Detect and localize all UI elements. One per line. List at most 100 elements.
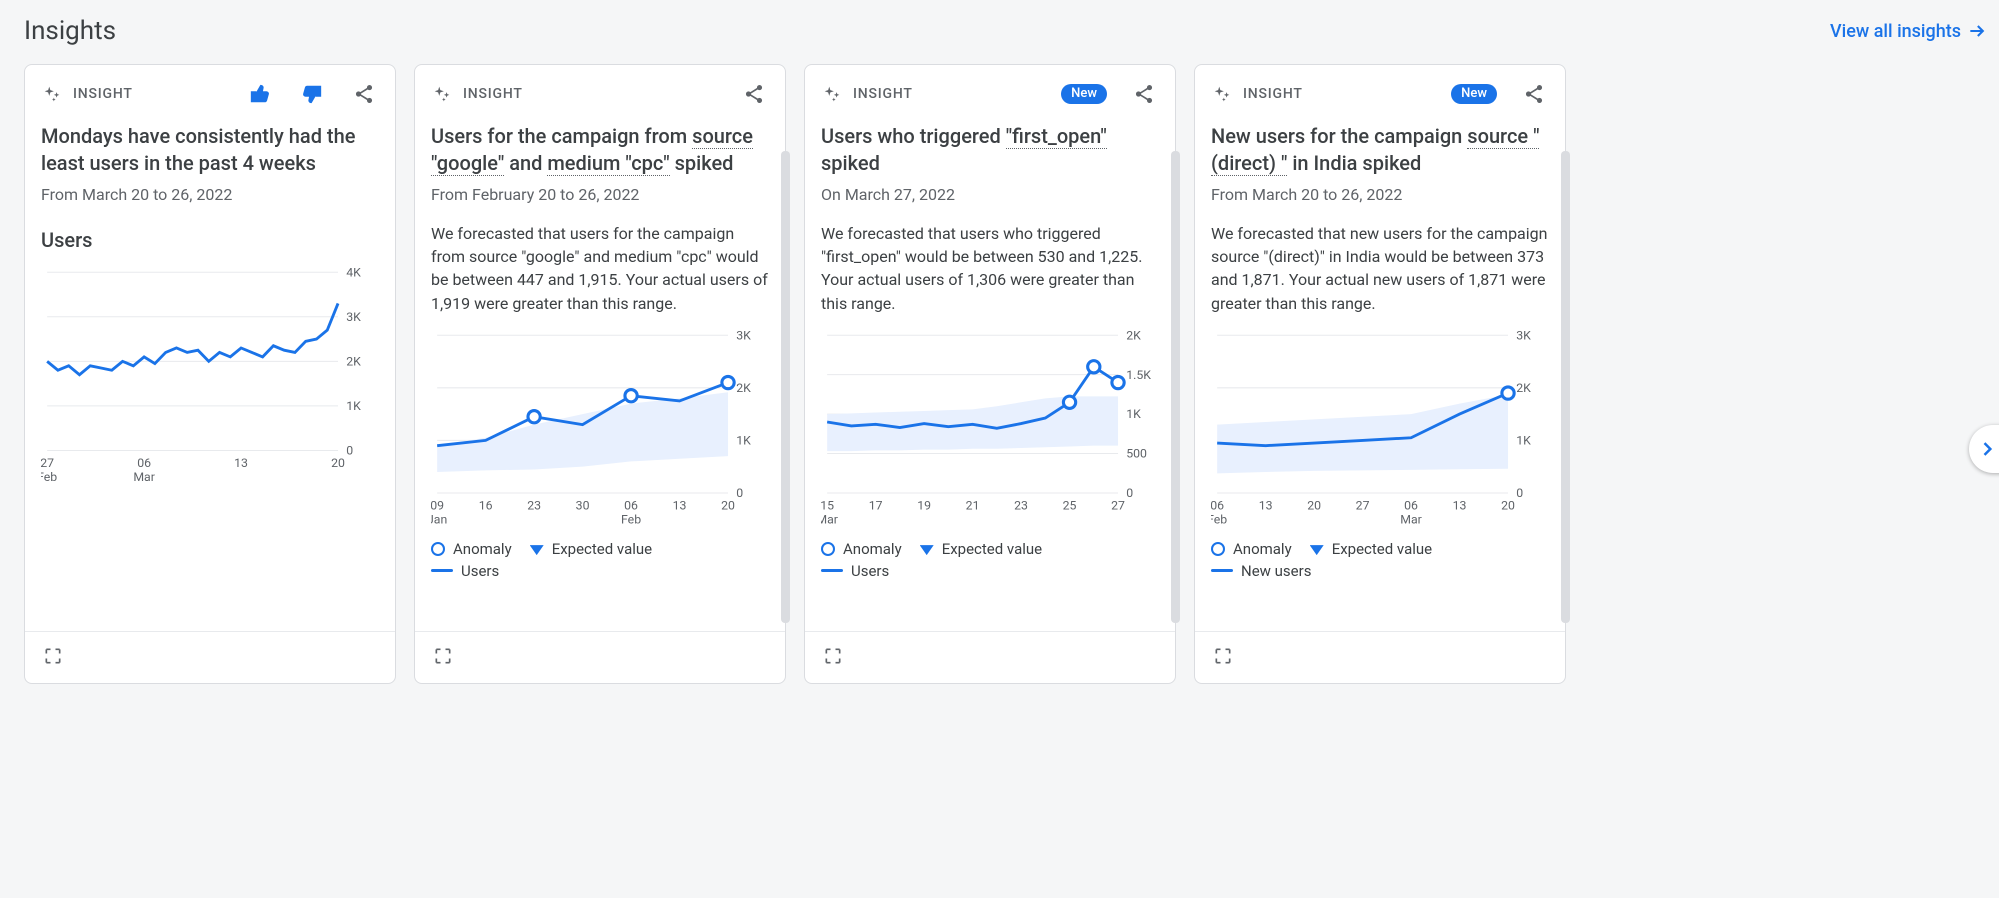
- insight-title: Users for the campaign from source "goog…: [431, 123, 769, 177]
- insight-description: We forecasted that new users for the cam…: [1211, 222, 1549, 315]
- insight-date: On March 27, 2022: [821, 185, 1159, 204]
- sparkle-icon: [431, 83, 453, 105]
- arrow-right-icon: [1967, 21, 1987, 41]
- svg-text:1.5K: 1.5K: [1126, 369, 1151, 383]
- svg-text:0: 0: [736, 487, 743, 501]
- insight-title: New users for the campaign source " (dir…: [1211, 123, 1549, 177]
- svg-text:1K: 1K: [346, 400, 361, 414]
- insight-cards-row: INSIGHT Mondays have consistently had the…: [24, 64, 1999, 684]
- insight-date: From March 20 to 26, 2022: [41, 185, 379, 204]
- expected-marker-icon: [1310, 545, 1324, 555]
- svg-text:1K: 1K: [1126, 408, 1141, 422]
- share-button[interactable]: [1519, 79, 1549, 109]
- insight-title: Mondays have consistently had the least …: [41, 123, 379, 177]
- scrollbar[interactable]: [781, 151, 790, 623]
- insight-chart: 05001K1.5K2K15Mar171921232527: [821, 325, 1159, 530]
- svg-text:1K: 1K: [736, 434, 751, 448]
- svg-text:1K: 1K: [1516, 434, 1531, 448]
- insight-chart: 01K2K3K09Jan16233006Feb1320: [431, 325, 769, 530]
- expected-marker-icon: [920, 545, 934, 555]
- legend-anomaly-label: Anomaly: [1233, 540, 1292, 558]
- svg-text:Mar: Mar: [821, 513, 838, 527]
- insight-card: INSIGHTNewNew users for the campaign sou…: [1194, 64, 1566, 684]
- chart-legend: AnomalyExpected valueUsers: [431, 540, 769, 580]
- svg-text:16: 16: [479, 499, 493, 513]
- svg-text:13: 13: [1453, 499, 1467, 513]
- svg-text:20: 20: [1501, 499, 1515, 513]
- chart-metric-heading: Users: [41, 228, 379, 252]
- chart-legend: AnomalyExpected valueNew users: [1211, 540, 1549, 580]
- svg-text:Jan: Jan: [431, 513, 447, 527]
- svg-text:17: 17: [869, 499, 883, 513]
- share-button[interactable]: [739, 79, 769, 109]
- svg-text:Mar: Mar: [133, 471, 155, 485]
- page-title: Insights: [24, 16, 116, 46]
- view-all-insights-link[interactable]: View all insights: [1830, 21, 1987, 42]
- svg-text:27: 27: [41, 457, 54, 471]
- legend-anomaly-label: Anomaly: [843, 540, 902, 558]
- svg-text:30: 30: [576, 499, 590, 513]
- svg-text:Feb: Feb: [41, 471, 57, 485]
- series-marker-icon: [821, 569, 843, 572]
- insight-card: INSIGHT Users for the campaign from sourc…: [414, 64, 786, 684]
- expand-button[interactable]: [429, 642, 457, 673]
- insight-date: From March 20 to 26, 2022: [1211, 185, 1549, 204]
- insight-description: We forecasted that users who triggered "…: [821, 222, 1159, 315]
- svg-text:06: 06: [624, 499, 638, 513]
- legend-anomaly-label: Anomaly: [453, 540, 512, 558]
- svg-text:Mar: Mar: [1400, 513, 1422, 527]
- expand-button[interactable]: [1209, 642, 1237, 673]
- insight-description: We forecasted that users for the campaig…: [431, 222, 769, 315]
- legend-expected-label: Expected value: [1332, 540, 1432, 558]
- legend-expected-label: Expected value: [942, 540, 1042, 558]
- series-marker-icon: [431, 569, 453, 572]
- thumbs-up-button[interactable]: [245, 79, 275, 109]
- svg-text:Feb: Feb: [1211, 513, 1227, 527]
- new-badge: New: [1061, 84, 1107, 104]
- svg-text:0: 0: [1126, 487, 1133, 501]
- svg-text:23: 23: [527, 499, 541, 513]
- svg-text:2K: 2K: [346, 355, 361, 369]
- svg-text:4K: 4K: [346, 266, 361, 280]
- svg-text:20: 20: [331, 457, 345, 471]
- svg-text:3K: 3K: [736, 329, 751, 343]
- svg-text:21: 21: [966, 499, 980, 513]
- scrollbar[interactable]: [1171, 151, 1180, 623]
- series-marker-icon: [1211, 569, 1233, 572]
- sparkle-icon: [821, 83, 843, 105]
- svg-text:06: 06: [1404, 499, 1418, 513]
- svg-text:2K: 2K: [1126, 329, 1141, 343]
- svg-text:09: 09: [431, 499, 444, 513]
- svg-text:06: 06: [137, 457, 151, 471]
- svg-text:Feb: Feb: [621, 513, 641, 527]
- share-button[interactable]: [1129, 79, 1159, 109]
- expand-button[interactable]: [39, 642, 67, 673]
- svg-text:0: 0: [1516, 487, 1523, 501]
- insight-label: INSIGHT: [853, 86, 913, 102]
- svg-text:13: 13: [673, 499, 687, 513]
- thumbs-down-button[interactable]: [297, 79, 327, 109]
- svg-text:19: 19: [917, 499, 931, 513]
- anomaly-marker-icon: [431, 542, 445, 556]
- insight-chart: 01K2K3K06Feb13202706Mar1320: [1211, 325, 1549, 530]
- chevron-right-icon: [1977, 439, 1997, 459]
- anomaly-marker-icon: [1211, 542, 1225, 556]
- expand-button[interactable]: [819, 642, 847, 673]
- share-button[interactable]: [349, 79, 379, 109]
- insight-label: INSIGHT: [463, 86, 523, 102]
- insight-label: INSIGHT: [73, 86, 133, 102]
- svg-text:06: 06: [1211, 499, 1224, 513]
- svg-text:0: 0: [346, 445, 353, 459]
- chart-legend: Anomaly Expected value Users: [821, 540, 1159, 580]
- insight-date: From February 20 to 26, 2022: [431, 185, 769, 204]
- insight-card: INSIGHT Mondays have consistently had the…: [24, 64, 396, 684]
- insight-chart: 01K2K3K4K27Feb06Mar1320: [41, 262, 379, 487]
- legend-series-label: Users: [851, 562, 889, 580]
- insight-label: INSIGHT: [1243, 86, 1303, 102]
- sparkle-icon: [1211, 83, 1233, 105]
- svg-text:27: 27: [1356, 499, 1370, 513]
- insight-card: INSIGHTNewUsers who triggered "first_ope…: [804, 64, 1176, 684]
- scrollbar[interactable]: [1561, 151, 1570, 623]
- svg-text:3K: 3K: [346, 311, 361, 325]
- svg-text:500: 500: [1126, 447, 1147, 461]
